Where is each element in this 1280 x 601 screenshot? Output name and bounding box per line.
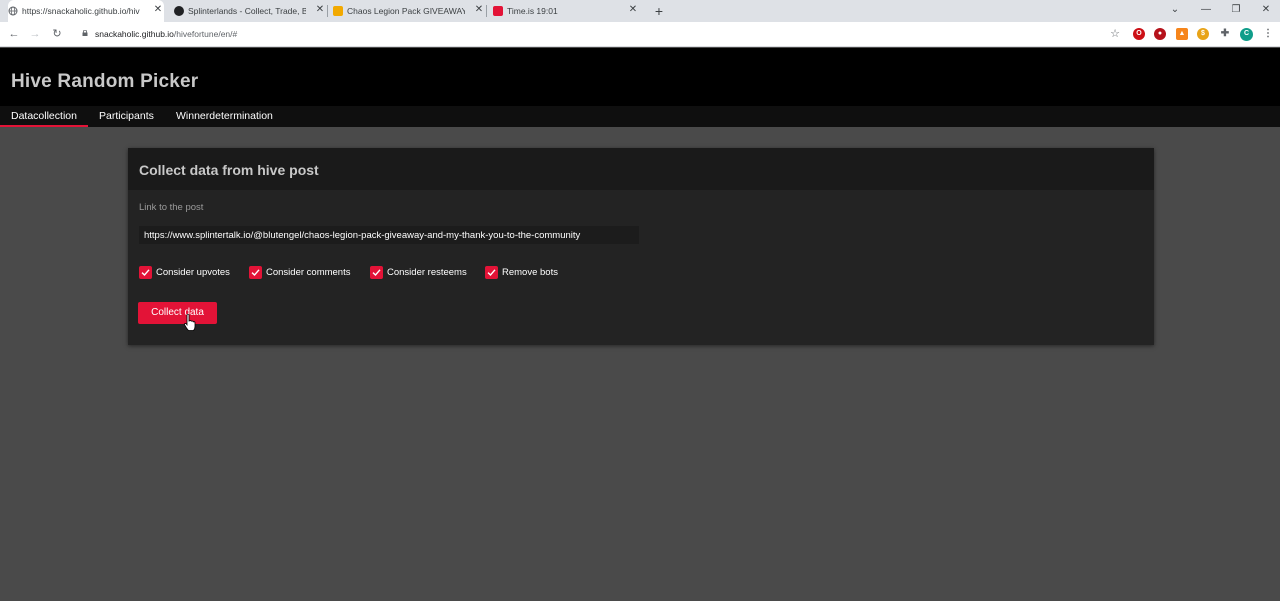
close-tab-icon[interactable]: ✕	[152, 4, 164, 16]
bookmark-star-icon[interactable]: ☆	[1110, 27, 1120, 40]
forward-icon[interactable]: →	[28, 27, 42, 41]
minimize-icon[interactable]: —	[1198, 3, 1214, 17]
tab-participants[interactable]: Participants	[88, 106, 165, 127]
browser-tab-title: https://snackaholic.github.io/hive	[22, 6, 140, 16]
tab-search-icon[interactable]: ⌄	[1167, 3, 1183, 17]
splinterlands-icon	[174, 6, 184, 16]
reload-icon[interactable]: ↻	[50, 27, 64, 41]
splintertalk-icon	[333, 6, 343, 16]
lock-icon	[82, 30, 88, 36]
timeis-icon	[493, 6, 503, 16]
browser-tab-chaos-legion[interactable]: Chaos Legion Pack GIVEAWAY, a ✕	[333, 0, 485, 22]
close-tab-icon[interactable]: ✕	[627, 4, 639, 16]
checkbox-label: Consider comments	[266, 266, 351, 278]
browser-tab-timeis[interactable]: Time.is 19:01 ✕	[493, 0, 639, 22]
tab-winnerdetermination[interactable]: Winnerdetermination	[165, 106, 284, 127]
close-tab-icon[interactable]: ✕	[314, 4, 326, 16]
url-path: /hivefortune/en/#	[173, 29, 238, 39]
profile-avatar-icon[interactable]: C	[1240, 28, 1253, 41]
browser-tab-title: Chaos Legion Pack GIVEAWAY, a	[347, 6, 465, 16]
back-icon[interactable]: ←	[7, 27, 21, 41]
app-title: Hive Random Picker	[11, 71, 199, 92]
new-tab-button[interactable]: +	[652, 3, 666, 19]
card-title: Collect data from hive post	[139, 162, 319, 178]
address-bar[interactable]: snackaholic.github.io/hivefortune/en/# ☆	[74, 25, 1126, 44]
browser-menu-icon[interactable]: ⋮	[1262, 28, 1274, 40]
metamask-icon[interactable]: ▲	[1176, 28, 1188, 40]
checkbox-label: Remove bots	[502, 266, 558, 278]
checkbox-label: Consider upvotes	[156, 266, 230, 278]
close-window-icon[interactable]: ✕	[1258, 3, 1274, 17]
consider-upvotes-checkbox[interactable]: Consider upvotes	[139, 265, 230, 279]
checkbox-label: Consider resteems	[387, 266, 467, 278]
tab-separator	[486, 5, 487, 17]
browser-tab-splinterlands[interactable]: Splinterlands - Collect, Trade, Bat ✕	[174, 0, 326, 22]
link-label: Link to the post	[139, 202, 204, 213]
extensions-puzzle-icon[interactable]: ✚	[1219, 28, 1231, 40]
checkbox-checked-icon	[485, 265, 498, 279]
checkbox-checked-icon	[249, 265, 262, 279]
browser-tab-title: Time.is 19:01	[507, 6, 558, 16]
browser-tab-title: Splinterlands - Collect, Trade, Bat	[188, 6, 306, 16]
close-tab-icon[interactable]: ✕	[473, 4, 485, 16]
app-tab-bar: Datacollection Participants Winnerdeterm…	[0, 106, 1280, 127]
opera-extension-icon[interactable]: O	[1133, 28, 1145, 40]
url-host: snackaholic.github.io	[95, 29, 174, 39]
browser-toolbar: ← → ↻ snackaholic.github.io/hivefortune/…	[0, 22, 1280, 47]
hand-cursor-icon	[184, 314, 196, 331]
app-header: Hive Random Picker	[0, 48, 1280, 106]
tab-separator	[327, 5, 328, 17]
collect-data-button[interactable]: Collect data	[138, 302, 217, 324]
card-header: Collect data from hive post	[128, 148, 1154, 190]
tab-datacollection[interactable]: Datacollection	[0, 106, 88, 127]
post-link-input[interactable]	[139, 226, 639, 244]
coin-extension-icon[interactable]: $	[1197, 28, 1209, 40]
browser-tab-strip: https://snackaholic.github.io/hive ✕ Spl…	[0, 0, 1280, 22]
globe-icon	[8, 6, 18, 16]
remove-bots-checkbox[interactable]: Remove bots	[485, 265, 558, 279]
url-text: snackaholic.github.io/hivefortune/en/#	[95, 29, 237, 39]
checkbox-checked-icon	[139, 265, 152, 279]
consider-resteems-checkbox[interactable]: Consider resteems	[370, 265, 467, 279]
restore-icon[interactable]: ❐	[1228, 3, 1244, 17]
extension-icon[interactable]: ●	[1154, 28, 1166, 40]
collect-data-card: Collect data from hive post Link to the …	[128, 148, 1154, 345]
checkbox-checked-icon	[370, 265, 383, 279]
browser-tab-hive-picker[interactable]: https://snackaholic.github.io/hive ✕	[8, 0, 164, 22]
consider-comments-checkbox[interactable]: Consider comments	[249, 265, 350, 279]
